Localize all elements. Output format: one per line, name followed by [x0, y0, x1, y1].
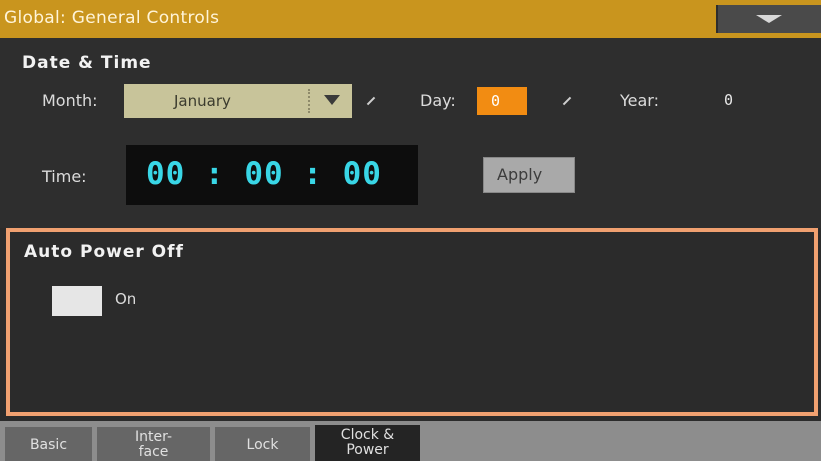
day-value: 0	[491, 92, 501, 110]
tab-basic-label: Basic	[29, 437, 68, 453]
apply-button-label: Apply	[497, 165, 543, 184]
title-bar: Global: General Controls	[0, 0, 821, 38]
year-field[interactable]: 0	[724, 91, 733, 109]
apply-button[interactable]: Apply	[483, 157, 575, 193]
month-value: January	[174, 92, 231, 110]
auto-power-off-checkbox[interactable]	[52, 286, 102, 316]
tab-lock-label: Lock	[246, 437, 279, 453]
day-label: Day:	[420, 91, 456, 110]
triangle-down-icon	[756, 15, 782, 23]
tab-basic[interactable]: Basic	[5, 427, 92, 461]
page-title: Global: General Controls	[4, 8, 220, 28]
tab-interface-label-line2: face	[138, 444, 169, 460]
chevron-down-icon[interactable]	[324, 95, 340, 105]
date-time-title: Date & Time	[22, 53, 152, 73]
day-field[interactable]: 0	[477, 87, 527, 115]
time-label: Time:	[42, 167, 87, 186]
tab-clock-power[interactable]: Clock & Power	[315, 425, 420, 461]
page-menu-button[interactable]	[716, 5, 821, 33]
month-label: Month:	[42, 91, 98, 110]
time-value: 00 : 00 : 00	[146, 156, 382, 192]
tab-interface-label-line1: Inter-	[134, 429, 173, 445]
tab-clock-power-label-line2: Power	[346, 442, 389, 458]
tab-interface[interactable]: Inter- face	[97, 427, 210, 461]
auto-power-off-on-label: On	[115, 290, 137, 308]
tab-bar: Basic Inter- face Lock Clock & Power	[0, 421, 821, 461]
time-field[interactable]: 00 : 00 : 00	[126, 145, 418, 205]
month-dropdown[interactable]: January	[124, 84, 352, 118]
dropdown-separator	[308, 89, 310, 113]
tab-clock-power-label-line1: Clock &	[340, 427, 395, 443]
year-label: Year:	[620, 91, 659, 110]
auto-power-off-title: Auto Power Off	[24, 242, 184, 262]
tab-lock[interactable]: Lock	[215, 427, 310, 461]
